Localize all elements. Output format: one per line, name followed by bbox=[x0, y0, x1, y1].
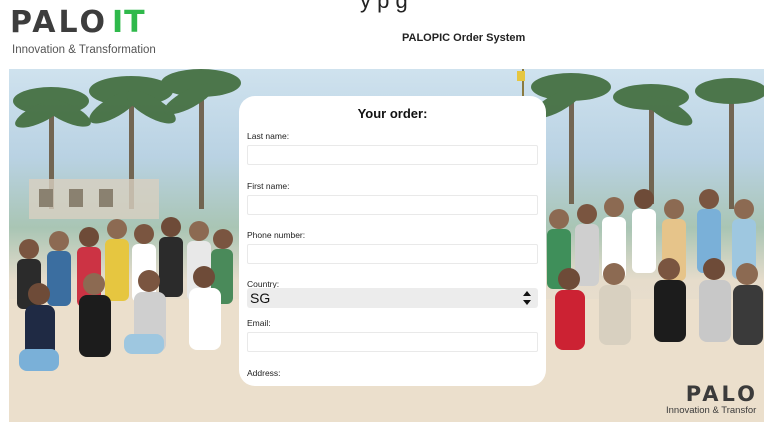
country-select[interactable]: SG bbox=[247, 288, 538, 308]
email-label: Email: bbox=[247, 318, 271, 328]
email-input[interactable] bbox=[247, 332, 538, 352]
first-name-input[interactable] bbox=[247, 195, 538, 215]
country-select-value: SG bbox=[250, 290, 271, 306]
order-form-card: Your order: Last name: First name: Phone… bbox=[239, 96, 546, 386]
clipped-heading-text: y p g bbox=[360, 0, 408, 13]
brand-suffix: IT bbox=[112, 5, 146, 40]
hero-logo-tagline: Innovation & Transfor bbox=[666, 405, 757, 416]
brand-tagline: Innovation & Transformation bbox=[12, 44, 156, 56]
last-name-label: Last name: bbox=[247, 131, 290, 141]
first-name-label: First name: bbox=[247, 181, 290, 191]
hero-watermark-logo: PALO Innovation & Transfor bbox=[664, 382, 764, 418]
address-label: Address: bbox=[247, 368, 281, 378]
app-title: PALOPIC Order System bbox=[402, 32, 526, 44]
hero-logo-name: PALO bbox=[685, 382, 758, 406]
phone-number-label: Phone number: bbox=[247, 230, 306, 240]
order-form-title: Your order: bbox=[357, 106, 428, 121]
brand-logo: PALO IT Innovation & Transformation bbox=[10, 8, 185, 60]
last-name-input[interactable] bbox=[247, 145, 538, 165]
brand-name: PALO bbox=[10, 5, 109, 40]
brand-wordmark: PALO IT bbox=[10, 8, 146, 38]
phone-number-input[interactable] bbox=[247, 244, 538, 264]
select-arrows-icon bbox=[523, 291, 531, 305]
